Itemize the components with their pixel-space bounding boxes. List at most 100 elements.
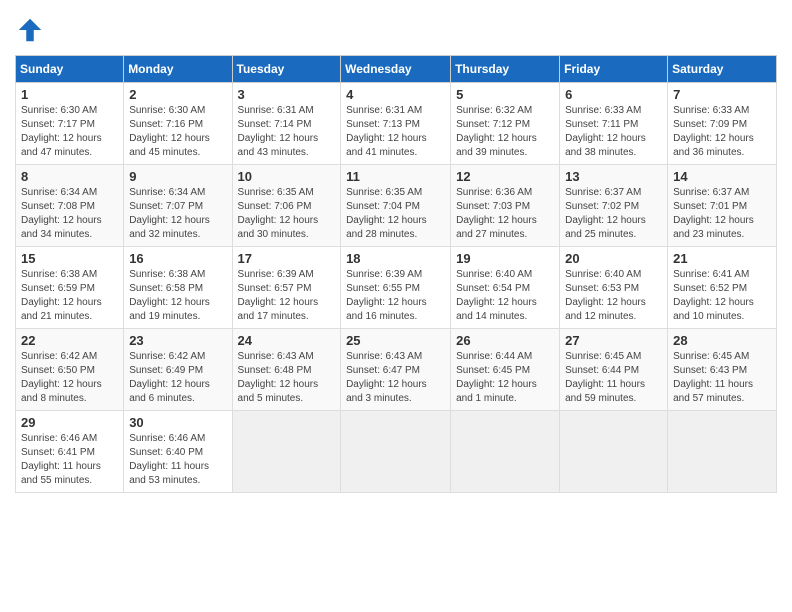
calendar-cell: 29Sunrise: 6:46 AM Sunset: 6:41 PM Dayli… xyxy=(16,411,124,493)
calendar-week-row: 8 Sunrise: 6:34 AM Sunset: 7:08 PM Daylig… xyxy=(16,165,777,247)
calendar-body: 1 Sunrise: 6:30 AM Sunset: 7:17 PM Daylig… xyxy=(16,83,777,493)
calendar-week-row: 22 Sunrise: 6:42 AM Sunset: 6:50 PM Dayli… xyxy=(16,329,777,411)
calendar-cell: 28 Sunrise: 6:45 AM Sunset: 6:43 PM Dayli… xyxy=(668,329,777,411)
calendar-cell: 4 Sunrise: 6:31 AM Sunset: 7:13 PM Daylig… xyxy=(341,83,451,165)
calendar-cell: 21 Sunrise: 6:41 AM Sunset: 6:52 PM Dayli… xyxy=(668,247,777,329)
calendar-cell xyxy=(341,411,451,493)
day-number: 26 xyxy=(456,333,554,348)
day-number: 9 xyxy=(129,169,226,184)
calendar-cell: 18Sunrise: 6:39 AM Sunset: 6:55 PM Dayli… xyxy=(341,247,451,329)
calendar-week-row: 29Sunrise: 6:46 AM Sunset: 6:41 PM Dayli… xyxy=(16,411,777,493)
day-info: Sunrise: 6:40 AM Sunset: 6:54 PM Dayligh… xyxy=(456,268,554,324)
calendar-cell: 6 Sunrise: 6:33 AM Sunset: 7:11 PM Daylig… xyxy=(560,83,668,165)
calendar-cell xyxy=(232,411,341,493)
day-number: 7 xyxy=(673,87,771,102)
calendar-cell: 17Sunrise: 6:39 AM Sunset: 6:57 PM Dayli… xyxy=(232,247,341,329)
day-info: Sunrise: 6:45 AM Sunset: 6:44 PM Dayligh… xyxy=(565,350,662,406)
calendar-cell: 24Sunrise: 6:43 AM Sunset: 6:48 PM Dayli… xyxy=(232,329,341,411)
calendar-cell: 15 Sunrise: 6:38 AM Sunset: 6:59 PM Dayli… xyxy=(16,247,124,329)
day-number: 14 xyxy=(673,169,771,184)
calendar-cell: 3 Sunrise: 6:31 AM Sunset: 7:14 PM Daylig… xyxy=(232,83,341,165)
day-info: Sunrise: 6:41 AM Sunset: 6:52 PM Dayligh… xyxy=(673,268,771,324)
calendar-cell: 12 Sunrise: 6:36 AM Sunset: 7:03 PM Dayli… xyxy=(451,165,560,247)
day-info: Sunrise: 6:33 AM Sunset: 7:11 PM Dayligh… xyxy=(565,104,662,160)
calendar-cell: 5Sunrise: 6:32 AM Sunset: 7:12 PM Daylig… xyxy=(451,83,560,165)
day-info: Sunrise: 6:42 AM Sunset: 6:50 PM Dayligh… xyxy=(21,350,118,406)
calendar-cell: 11 Sunrise: 6:35 AM Sunset: 7:04 PM Dayli… xyxy=(341,165,451,247)
day-number: 20 xyxy=(565,251,662,266)
day-number: 16 xyxy=(129,251,226,266)
day-number: 21 xyxy=(673,251,771,266)
day-info: Sunrise: 6:39 AM Sunset: 6:55 PM Dayligh… xyxy=(346,268,445,324)
calendar-cell: 13 Sunrise: 6:37 AM Sunset: 7:02 PM Dayli… xyxy=(560,165,668,247)
calendar-cell: 23 Sunrise: 6:42 AM Sunset: 6:49 PM Dayli… xyxy=(124,329,232,411)
calendar-cell: 9 Sunrise: 6:34 AM Sunset: 7:07 PM Daylig… xyxy=(124,165,232,247)
calendar-cell: 27Sunrise: 6:45 AM Sunset: 6:44 PM Dayli… xyxy=(560,329,668,411)
calendar-cell: 10Sunrise: 6:35 AM Sunset: 7:06 PM Dayli… xyxy=(232,165,341,247)
calendar-cell: 25 Sunrise: 6:43 AM Sunset: 6:47 PM Dayli… xyxy=(341,329,451,411)
weekday-header: Tuesday xyxy=(232,56,341,83)
day-info: Sunrise: 6:37 AM Sunset: 7:01 PM Dayligh… xyxy=(673,186,771,242)
day-number: 29 xyxy=(21,415,118,430)
day-info: Sunrise: 6:34 AM Sunset: 7:07 PM Dayligh… xyxy=(129,186,226,242)
day-number: 22 xyxy=(21,333,118,348)
day-number: 25 xyxy=(346,333,445,348)
weekday-header: Wednesday xyxy=(341,56,451,83)
day-number: 12 xyxy=(456,169,554,184)
weekday-header: Saturday xyxy=(668,56,777,83)
day-info: Sunrise: 6:34 AM Sunset: 7:08 PM Dayligh… xyxy=(21,186,118,242)
day-info: Sunrise: 6:39 AM Sunset: 6:57 PM Dayligh… xyxy=(238,268,336,324)
day-number: 15 xyxy=(21,251,118,266)
day-number: 28 xyxy=(673,333,771,348)
calendar-cell: 14 Sunrise: 6:37 AM Sunset: 7:01 PM Dayli… xyxy=(668,165,777,247)
day-info: Sunrise: 6:44 AM Sunset: 6:45 PM Dayligh… xyxy=(456,350,554,406)
logo-icon xyxy=(15,15,45,45)
calendar-cell: 1 Sunrise: 6:30 AM Sunset: 7:17 PM Daylig… xyxy=(16,83,124,165)
day-number: 3 xyxy=(238,87,336,102)
calendar-table: SundayMondayTuesdayWednesdayThursdayFrid… xyxy=(15,55,777,493)
page-header xyxy=(15,15,777,45)
day-number: 13 xyxy=(565,169,662,184)
weekday-header: Monday xyxy=(124,56,232,83)
calendar-cell: 2Sunrise: 6:30 AM Sunset: 7:16 PM Daylig… xyxy=(124,83,232,165)
day-info: Sunrise: 6:38 AM Sunset: 6:59 PM Dayligh… xyxy=(21,268,118,324)
day-info: Sunrise: 6:45 AM Sunset: 6:43 PM Dayligh… xyxy=(673,350,771,406)
day-info: Sunrise: 6:35 AM Sunset: 7:04 PM Dayligh… xyxy=(346,186,445,242)
day-info: Sunrise: 6:31 AM Sunset: 7:13 PM Dayligh… xyxy=(346,104,445,160)
day-info: Sunrise: 6:43 AM Sunset: 6:47 PM Dayligh… xyxy=(346,350,445,406)
weekday-header: Thursday xyxy=(451,56,560,83)
day-number: 6 xyxy=(565,87,662,102)
day-number: 8 xyxy=(21,169,118,184)
logo xyxy=(15,15,50,45)
calendar-week-row: 1 Sunrise: 6:30 AM Sunset: 7:17 PM Daylig… xyxy=(16,83,777,165)
day-info: Sunrise: 6:36 AM Sunset: 7:03 PM Dayligh… xyxy=(456,186,554,242)
calendar-cell: 26 Sunrise: 6:44 AM Sunset: 6:45 PM Dayli… xyxy=(451,329,560,411)
calendar-cell: 30Sunrise: 6:46 AM Sunset: 6:40 PM Dayli… xyxy=(124,411,232,493)
day-number: 4 xyxy=(346,87,445,102)
day-info: Sunrise: 6:31 AM Sunset: 7:14 PM Dayligh… xyxy=(238,104,336,160)
day-number: 1 xyxy=(21,87,118,102)
day-info: Sunrise: 6:30 AM Sunset: 7:17 PM Dayligh… xyxy=(21,104,118,160)
calendar-cell: 7Sunrise: 6:33 AM Sunset: 7:09 PM Daylig… xyxy=(668,83,777,165)
day-number: 23 xyxy=(129,333,226,348)
calendar-week-row: 15 Sunrise: 6:38 AM Sunset: 6:59 PM Dayli… xyxy=(16,247,777,329)
weekday-header: Friday xyxy=(560,56,668,83)
day-number: 19 xyxy=(456,251,554,266)
calendar-cell: 16 Sunrise: 6:38 AM Sunset: 6:58 PM Dayli… xyxy=(124,247,232,329)
day-info: Sunrise: 6:42 AM Sunset: 6:49 PM Dayligh… xyxy=(129,350,226,406)
day-info: Sunrise: 6:46 AM Sunset: 6:40 PM Dayligh… xyxy=(129,432,226,488)
day-number: 11 xyxy=(346,169,445,184)
day-info: Sunrise: 6:32 AM Sunset: 7:12 PM Dayligh… xyxy=(456,104,554,160)
day-info: Sunrise: 6:38 AM Sunset: 6:58 PM Dayligh… xyxy=(129,268,226,324)
weekday-header: Sunday xyxy=(16,56,124,83)
calendar-header-row: SundayMondayTuesdayWednesdayThursdayFrid… xyxy=(16,56,777,83)
day-info: Sunrise: 6:43 AM Sunset: 6:48 PM Dayligh… xyxy=(238,350,336,406)
calendar-cell: 22 Sunrise: 6:42 AM Sunset: 6:50 PM Dayli… xyxy=(16,329,124,411)
day-info: Sunrise: 6:37 AM Sunset: 7:02 PM Dayligh… xyxy=(565,186,662,242)
day-info: Sunrise: 6:40 AM Sunset: 6:53 PM Dayligh… xyxy=(565,268,662,324)
calendar-cell: 19 Sunrise: 6:40 AM Sunset: 6:54 PM Dayli… xyxy=(451,247,560,329)
day-number: 10 xyxy=(238,169,336,184)
calendar-cell: 20 Sunrise: 6:40 AM Sunset: 6:53 PM Dayli… xyxy=(560,247,668,329)
day-number: 2 xyxy=(129,87,226,102)
calendar-cell: 8 Sunrise: 6:34 AM Sunset: 7:08 PM Daylig… xyxy=(16,165,124,247)
